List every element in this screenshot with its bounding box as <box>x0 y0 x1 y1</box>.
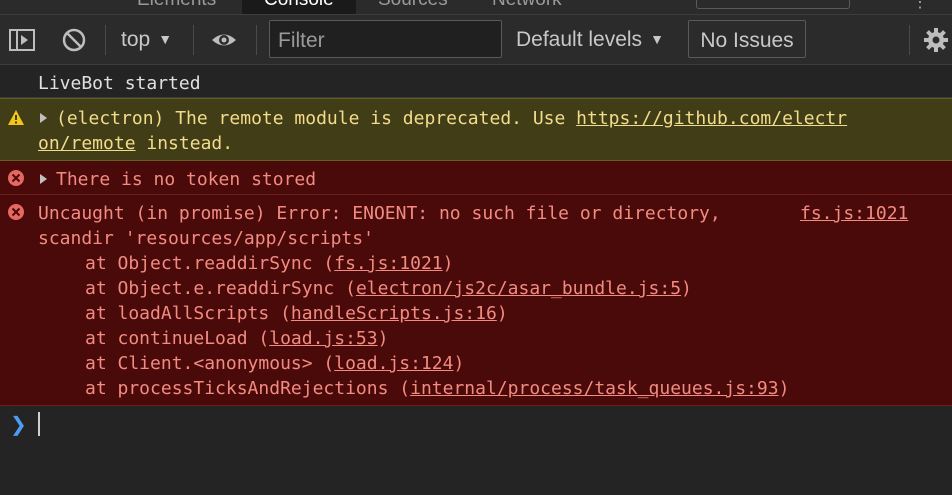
stack-frame-end: ) <box>442 253 454 274</box>
stack-frame: at Client.<anonymous> (load.js:124) <box>85 351 464 376</box>
devtools-tab-bar: Elements Console Sources Network ⋮ <box>0 0 952 15</box>
warning-line-2: on/remote instead. <box>38 131 233 156</box>
error-icon <box>8 204 24 220</box>
stack-frame-end: ) <box>377 328 389 349</box>
stack-frame: at processTicksAndRejections (internal/p… <box>85 376 789 401</box>
stack-frame-fn: at processTicksAndRejections ( <box>85 378 411 399</box>
tab-network[interactable]: Network <box>492 0 562 14</box>
more-tabs-icon[interactable]: ⋮ <box>912 0 928 11</box>
tab-console[interactable]: Console <box>242 0 356 14</box>
clear-console-icon[interactable] <box>60 26 88 54</box>
gear-icon[interactable] <box>922 26 950 54</box>
console-message-warning: (electron) The remote module is deprecat… <box>0 98 952 161</box>
warning-icon <box>8 110 24 125</box>
error-text: There is no token stored <box>56 169 317 190</box>
warning-text: (electron) The remote module is deprecat… <box>56 108 577 129</box>
stack-frame-link[interactable]: handleScripts.js:16 <box>291 303 497 324</box>
log-levels-label: Default levels <box>516 28 643 51</box>
console-toolbar: top ▼ Filter Default levels ▼ No Issues <box>0 15 952 65</box>
console-message-error-stack: Uncaught (in promise) Error: ENOENT: no … <box>0 195 952 406</box>
console-message-log: LiveBot started <box>0 70 952 98</box>
stack-frame-fn: at loadAllScripts ( <box>85 303 291 324</box>
chevron-down-icon: ▼ <box>158 31 173 47</box>
expand-triangle-icon[interactable] <box>40 174 47 184</box>
stack-frame-fn: at Object.e.readdirSync ( <box>85 278 356 299</box>
stack-frame-link[interactable]: electron/js2c/asar_bundle.js:5 <box>356 278 681 299</box>
error-icon <box>8 170 24 186</box>
error-source-link[interactable]: fs.js:1021 <box>800 201 908 226</box>
tab-sources[interactable]: Sources <box>378 0 448 14</box>
warning-suffix: instead. <box>135 133 234 154</box>
error-message-line-2: scandir 'resources/app/scripts' <box>38 228 374 249</box>
error-message-line-1: Uncaught (in promise) Error: ENOENT: no … <box>38 203 721 224</box>
stack-frame-fn: at Client.<anonymous> ( <box>85 353 335 374</box>
stack-frame: at continueLoad (load.js:53) <box>85 326 388 351</box>
console-message-error: There is no token stored <box>0 161 952 195</box>
stack-frame-end: ) <box>778 378 790 399</box>
live-expression-eye-icon[interactable] <box>210 26 238 54</box>
stack-frame-link[interactable]: internal/process/task_queues.js:93 <box>410 378 778 399</box>
stack-frame-fn: at continueLoad ( <box>85 328 270 349</box>
filter-input[interactable]: Filter <box>269 20 502 58</box>
warning-line-1: (electron) The remote module is deprecat… <box>56 106 847 131</box>
stack-frame-end: ) <box>496 303 508 324</box>
stack-frame-end: ) <box>453 353 465 374</box>
issues-button[interactable]: No Issues <box>688 20 806 58</box>
sidebar-toggle-icon[interactable] <box>8 26 36 54</box>
chevron-down-icon: ▼ <box>650 31 664 47</box>
log-text: LiveBot started <box>38 73 201 94</box>
stack-frame: at Object.readdirSync (fs.js:1021) <box>85 251 453 276</box>
stack-frame: at Object.e.readdirSync (electron/js2c/a… <box>85 276 692 301</box>
text-cursor <box>38 412 40 436</box>
toolbar-divider <box>909 25 910 55</box>
stack-frame-link[interactable]: load.js:124 <box>334 353 453 374</box>
toolbar-divider <box>105 25 106 55</box>
tab-controls-box[interactable] <box>696 0 850 9</box>
context-selector[interactable]: top ▼ <box>121 28 172 52</box>
tab-elements[interactable]: Elements <box>137 0 216 14</box>
console-prompt[interactable]: ❯ <box>0 406 952 453</box>
prompt-chevron-icon: ❯ <box>10 412 27 436</box>
stack-frame-fn: at Object.readdirSync ( <box>85 253 335 274</box>
toolbar-divider <box>256 25 257 55</box>
log-levels-dropdown[interactable]: Default levels ▼ <box>516 28 664 52</box>
stack-frame-end: ) <box>681 278 692 299</box>
toolbar-divider <box>193 25 194 55</box>
stack-frame-link[interactable]: load.js:53 <box>269 328 377 349</box>
stack-frame: at loadAllScripts (handleScripts.js:16) <box>85 301 508 326</box>
context-label: top <box>121 28 151 51</box>
warning-link-continued[interactable]: on/remote <box>38 133 136 154</box>
warning-link[interactable]: https://github.com/electr <box>576 108 847 129</box>
stack-frame-link[interactable]: fs.js:1021 <box>334 253 442 274</box>
expand-triangle-icon[interactable] <box>40 113 47 123</box>
